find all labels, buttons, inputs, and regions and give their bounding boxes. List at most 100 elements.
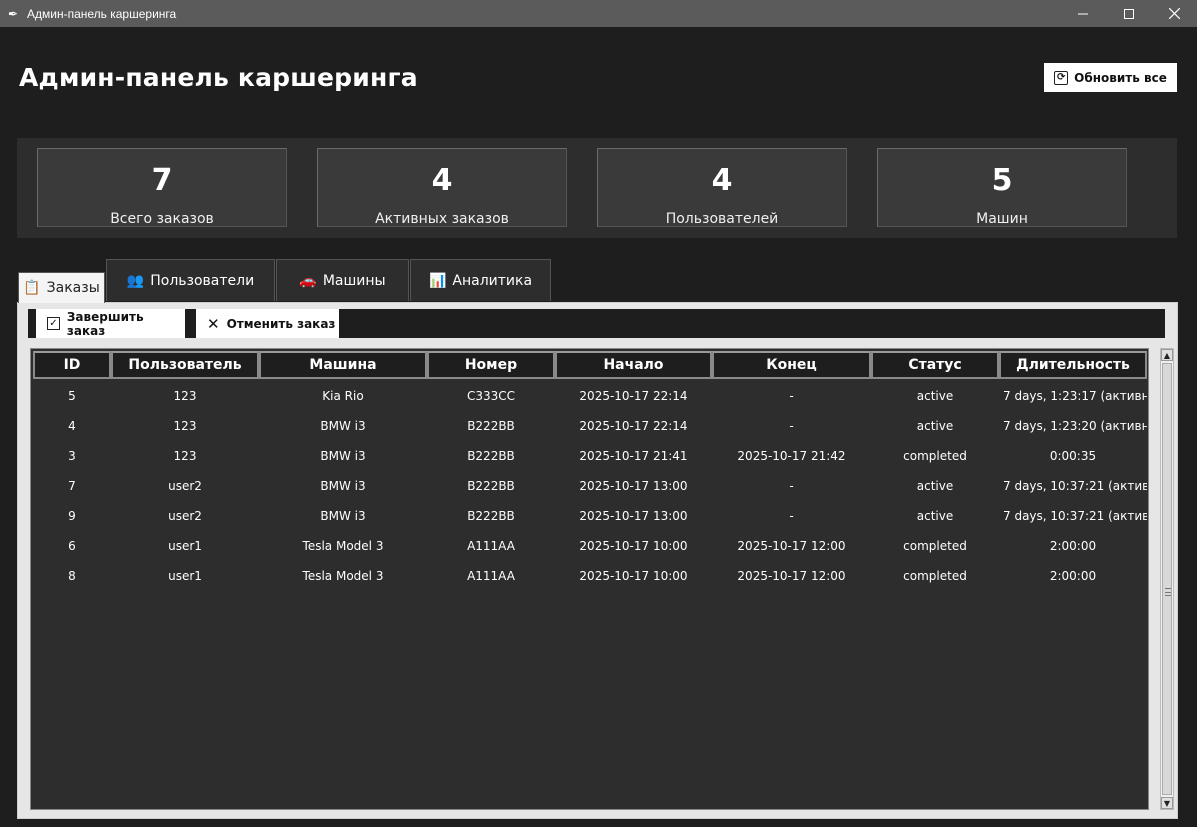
column-header-id[interactable]: ID: [33, 351, 111, 379]
table-cell-id: 9: [68, 509, 76, 523]
table-cell-car: BMW i3: [320, 509, 366, 523]
table-cell-id: 3: [68, 449, 76, 463]
table-cell-plate: B222BB: [467, 419, 515, 433]
tab-users[interactable]: 👥 Пользователи: [106, 259, 275, 301]
table-cell-plate: A111AA: [467, 569, 515, 583]
column-header-status[interactable]: Статус: [871, 351, 999, 379]
refresh-all-label: Обновить все: [1074, 70, 1167, 85]
table-cell-id: 5: [68, 389, 76, 403]
table-cell-car: Tesla Model 3: [302, 539, 384, 553]
table-cell-car: Kia Rio: [322, 389, 364, 403]
table-row[interactable]: 7 user2 BMW i3 B222BB 2025-10-17 13:00 - activ…: [33, 471, 1147, 501]
stat-card-total-orders: 7 Всего заказов: [37, 148, 287, 227]
maximize-icon: [1124, 8, 1134, 19]
page-title: Админ-панель каршеринга: [19, 63, 418, 92]
table-cell-user: user2: [168, 479, 202, 493]
table-cell-user: user1: [168, 569, 202, 583]
table-row[interactable]: 9 user2 BMW i3 B222BB 2025-10-17 13:00 - activ…: [33, 501, 1147, 531]
car-icon: 🚗: [299, 272, 317, 289]
table-cell-plate: A111AA: [467, 539, 515, 553]
table-cell-end: -: [789, 419, 794, 433]
complete-order-button[interactable]: ✓ Завершить заказ: [36, 309, 185, 338]
scroll-thumb[interactable]: [1162, 363, 1172, 795]
column-header-car[interactable]: Машина: [259, 351, 427, 379]
table-cell-end: 2025-10-17 12:00: [737, 569, 846, 583]
column-header-end[interactable]: Конец: [712, 351, 871, 379]
table-cell-duration: 7 days, 10:37:21 (активн: [1003, 509, 1147, 523]
stat-value: 4: [431, 163, 453, 198]
orders-table[interactable]: ID Пользователь Машина Номер Начало Конец Стат…: [30, 348, 1149, 810]
table-cell-start: 2025-10-17 21:41: [579, 449, 688, 463]
table-cell-user: 123: [173, 389, 197, 403]
orders-toolbar: ✓ Завершить заказ ✕ Отменить заказ: [28, 309, 1165, 338]
stat-card-active-orders: 4 Активных заказов: [317, 148, 567, 227]
maximize-button[interactable]: [1106, 0, 1152, 27]
minimize-icon: [1078, 13, 1088, 14]
column-header-user[interactable]: Пользователь: [111, 351, 259, 379]
table-cell-status: completed: [903, 449, 967, 463]
stat-label: Пользователей: [665, 211, 779, 227]
refresh-icon: ⟳: [1054, 70, 1069, 85]
table-cell-id: 4: [68, 419, 76, 433]
vertical-scrollbar[interactable]: ▲ ▼: [1160, 348, 1174, 810]
checkbox-icon: ✓: [47, 317, 60, 330]
minimize-button[interactable]: [1060, 0, 1106, 27]
table-cell-end: -: [789, 479, 794, 493]
table-cell-duration: 7 days, 1:23:17 (активно: [1003, 389, 1147, 403]
stat-value: 4: [711, 163, 733, 198]
tab-analytics[interactable]: 📊 Аналитика: [410, 259, 551, 301]
scroll-up-arrow[interactable]: ▲: [1161, 349, 1173, 361]
window-title: Админ-панель каршеринга: [27, 6, 177, 21]
table-cell-duration: 2:00:00: [1049, 569, 1097, 583]
table-cell-duration: 7 days, 1:23:20 (активно: [1003, 419, 1147, 433]
refresh-all-button[interactable]: ⟳ Обновить все: [1044, 63, 1177, 92]
table-cell-start: 2025-10-17 22:14: [579, 389, 688, 403]
tab-cars[interactable]: 🚗 Машины: [276, 259, 409, 301]
table-cell-plate: B222BB: [467, 449, 515, 463]
close-icon: [1168, 8, 1180, 19]
table-cell-end: -: [789, 389, 794, 403]
tab-users-label: Пользователи: [150, 272, 255, 289]
table-cell-start: 2025-10-17 10:00: [579, 569, 688, 583]
column-header-start[interactable]: Начало: [555, 351, 712, 379]
table-cell-user: 123: [173, 419, 197, 433]
table-cell-status: active: [916, 389, 954, 403]
tab-orders[interactable]: 📋 Заказы: [18, 272, 105, 303]
table-cell-plate: C333CC: [466, 389, 516, 403]
stat-value: 7: [151, 163, 173, 198]
table-cell-id: 6: [68, 539, 76, 553]
table-cell-id: 8: [68, 569, 76, 583]
column-header-plate[interactable]: Номер: [427, 351, 555, 379]
stats-panel: 7 Всего заказов 4 Активных заказов 4 Пол…: [17, 138, 1177, 238]
cancel-order-button[interactable]: ✕ Отменить заказ: [196, 309, 339, 338]
table-cell-status: active: [916, 419, 954, 433]
stat-label: Всего заказов: [110, 211, 214, 227]
tab-analytics-label: Аналитика: [452, 272, 533, 289]
clipboard-icon: 📋: [23, 280, 41, 296]
scroll-down-arrow[interactable]: ▼: [1161, 797, 1173, 809]
table-cell-start: 2025-10-17 22:14: [579, 419, 688, 433]
table-cell-duration: 7 days, 10:37:21 (активн: [1003, 479, 1147, 493]
table-cell-status: completed: [903, 539, 967, 553]
table-row[interactable]: 5 123 Kia Rio C333CC 2025-10-17 22:14 - active…: [33, 381, 1147, 411]
table-header: ID Пользователь Машина Номер Начало Конец Стат…: [33, 351, 1147, 379]
table-cell-plate: B222BB: [467, 509, 515, 523]
table-cell-start: 2025-10-17 13:00: [579, 509, 688, 523]
tab-orders-label: Заказы: [46, 280, 100, 296]
table-row[interactable]: 4 123 BMW i3 B222BB 2025-10-17 22:14 - active 7…: [33, 411, 1147, 441]
table-cell-id: 7: [68, 479, 76, 493]
close-icon: ✕: [207, 314, 220, 333]
window-titlebar: ✒ Админ-панель каршеринга: [0, 0, 1197, 27]
column-header-duration[interactable]: Длительность: [999, 351, 1147, 379]
table-cell-plate: B222BB: [467, 479, 515, 493]
table-row[interactable]: 6 user1 Tesla Model 3 A111AA 2025-10-17 10:0…: [33, 531, 1147, 561]
table-cell-car: BMW i3: [320, 419, 366, 433]
stat-label: Активных заказов: [375, 211, 509, 227]
close-button[interactable]: [1151, 0, 1197, 27]
table-row[interactable]: 3 123 BMW i3 B222BB 2025-10-17 21:41 2025-10-…: [33, 441, 1147, 471]
stat-card-users: 4 Пользователей: [597, 148, 847, 227]
feather-icon: ✒: [7, 6, 19, 21]
bar-chart-icon: 📊: [428, 272, 447, 289]
table-cell-car: Tesla Model 3: [302, 569, 384, 583]
table-row[interactable]: 8 user1 Tesla Model 3 A111AA 2025-10-17 10:0…: [33, 561, 1147, 591]
